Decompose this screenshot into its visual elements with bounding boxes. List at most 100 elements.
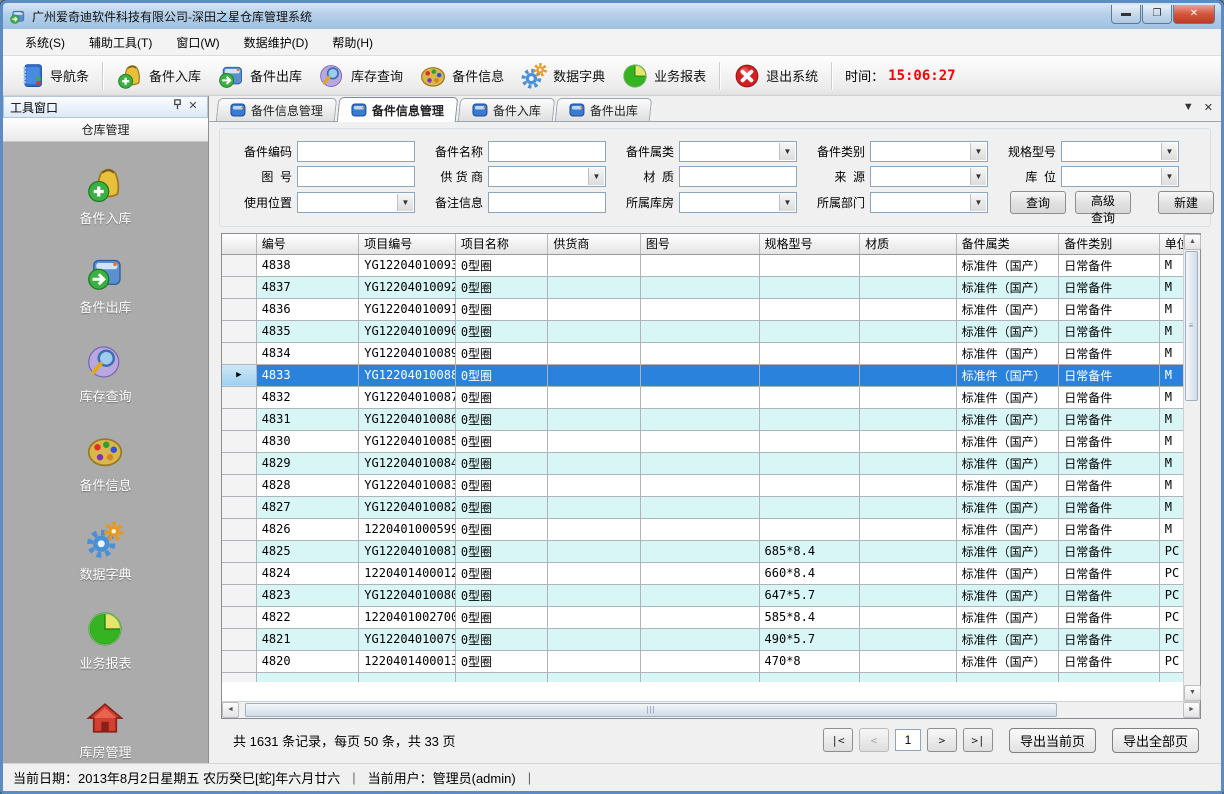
table-cell[interactable]: 4835: [256, 320, 359, 342]
table-row[interactable]: 4832YG122040100870型圈标准件（国产）日常备件M: [222, 386, 1183, 408]
row-selector[interactable]: [222, 540, 256, 562]
table-cell[interactable]: 660*8.4: [759, 562, 860, 584]
row-selector[interactable]: [222, 254, 256, 276]
table-cell[interactable]: [548, 430, 641, 452]
table-cell[interactable]: [548, 408, 641, 430]
tab-parts-inbound[interactable]: 备件入库: [458, 98, 555, 121]
table-cell[interactable]: 4822: [256, 606, 359, 628]
col-unit[interactable]: 单位: [1159, 234, 1183, 254]
tab-close-icon[interactable]: ✕: [1204, 101, 1213, 114]
table-cell[interactable]: [640, 386, 759, 408]
table-cell[interactable]: 标准件（国产）: [956, 276, 1059, 298]
table-cell[interactable]: [640, 342, 759, 364]
row-selector[interactable]: [222, 452, 256, 474]
table-cell[interactable]: [759, 408, 860, 430]
col-parts-category[interactable]: 备件类别: [1059, 234, 1160, 254]
table-cell[interactable]: M: [1159, 496, 1183, 518]
table-cell[interactable]: [640, 628, 759, 650]
table-cell[interactable]: 4821: [256, 628, 359, 650]
table-cell[interactable]: 标准件（国产）: [956, 386, 1059, 408]
table-cell[interactable]: [640, 298, 759, 320]
table-row[interactable]: 4835YG122040100900型圈标准件（国产）日常备件M: [222, 320, 1183, 342]
table-cell[interactable]: [759, 254, 860, 276]
table-cell[interactable]: 标准件（国产）: [956, 452, 1059, 474]
table-cell[interactable]: PC: [1159, 628, 1183, 650]
table-cell[interactable]: [640, 518, 759, 540]
table-cell[interactable]: [759, 364, 860, 386]
table-cell[interactable]: 标准件（国产）: [956, 650, 1059, 672]
table-cell[interactable]: 4834: [256, 342, 359, 364]
vertical-scroll-thumb[interactable]: ≡: [1185, 251, 1198, 401]
menu-system[interactable]: 系统(S): [13, 30, 77, 55]
table-cell[interactable]: 标准件（国产）: [956, 628, 1059, 650]
table-cell[interactable]: 4836: [256, 298, 359, 320]
table-cell[interactable]: 1220401002700: [359, 606, 456, 628]
table-cell[interactable]: [759, 452, 860, 474]
table-cell[interactable]: [548, 584, 641, 606]
table-cell[interactable]: 标准件（国产）: [956, 364, 1059, 386]
table-cell[interactable]: 0型圈: [455, 298, 548, 320]
row-selector[interactable]: ▶: [222, 364, 256, 386]
sidebar-item-warehouse-manage[interactable]: 库房管理: [79, 698, 131, 761]
table-cell[interactable]: 0型圈: [455, 276, 548, 298]
advanced-query-button[interactable]: 高级查询: [1075, 191, 1131, 214]
table-cell[interactable]: 标准件（国产）: [956, 540, 1059, 562]
table-cell[interactable]: 685*8.4: [759, 540, 860, 562]
table-row[interactable]: 482012204014000130型圈470*8标准件（国产）日常备件PC: [222, 650, 1183, 672]
table-cell[interactable]: 4829: [256, 452, 359, 474]
table-cell[interactable]: YG12204010091: [359, 298, 456, 320]
table-cell[interactable]: 1220401400012: [359, 562, 456, 584]
table-cell[interactable]: 0型圈: [455, 386, 548, 408]
table-cell[interactable]: [548, 518, 641, 540]
table-cell[interactable]: [759, 386, 860, 408]
toolbar-data-dictionary[interactable]: 数据字典: [512, 59, 613, 93]
tab-parts-info-manage-1[interactable]: 备件信息管理: [216, 98, 337, 121]
table-cell[interactable]: YG12204010092: [359, 276, 456, 298]
table-cell[interactable]: 标准件（国产）: [956, 584, 1059, 606]
table-cell[interactable]: 标准件（国产）: [956, 298, 1059, 320]
table-cell[interactable]: 标准件（国产）: [956, 320, 1059, 342]
table-cell[interactable]: 日常备件: [1059, 298, 1160, 320]
table-cell[interactable]: 日常备件: [1059, 342, 1160, 364]
table-cell[interactable]: [640, 364, 759, 386]
table-row[interactable]: 482412204014000120型圈660*8.4标准件（国产）日常备件PC: [222, 562, 1183, 584]
table-row[interactable]: 4829YG122040100840型圈标准件（国产）日常备件M: [222, 452, 1183, 474]
table-cell[interactable]: PC: [1159, 650, 1183, 672]
table-cell[interactable]: 0型圈: [455, 518, 548, 540]
table-cell[interactable]: [640, 276, 759, 298]
table-cell[interactable]: M: [1159, 452, 1183, 474]
table-cell[interactable]: YG12204010079: [359, 628, 456, 650]
table-cell[interactable]: 0型圈: [455, 452, 548, 474]
table-cell[interactable]: [640, 650, 759, 672]
table-cell[interactable]: [548, 452, 641, 474]
table-cell[interactable]: M: [1159, 518, 1183, 540]
table-cell[interactable]: [640, 452, 759, 474]
table-row[interactable]: 4821YG122040100790型圈490*5.7标准件（国产）日常备件PC: [222, 628, 1183, 650]
row-selector[interactable]: [222, 628, 256, 650]
col-project-name[interactable]: 项目名称: [455, 234, 548, 254]
table-cell[interactable]: YG12204010082: [359, 496, 456, 518]
table-cell[interactable]: 4825: [256, 540, 359, 562]
table-cell[interactable]: M: [1159, 430, 1183, 452]
table-cell[interactable]: [860, 452, 957, 474]
usage-position-select[interactable]: ▼: [297, 192, 415, 213]
table-cell[interactable]: [860, 320, 957, 342]
table-row[interactable]: 4827YG122040100820型圈标准件（国产）日常备件M: [222, 496, 1183, 518]
table-cell[interactable]: 647*5.7: [759, 584, 860, 606]
table-cell[interactable]: [860, 342, 957, 364]
export-all-pages-button[interactable]: 导出全部页: [1112, 728, 1199, 753]
table-cell[interactable]: [860, 430, 957, 452]
table-cell[interactable]: [548, 606, 641, 628]
table-cell[interactable]: [548, 276, 641, 298]
row-selector[interactable]: [222, 584, 256, 606]
department-select[interactable]: ▼: [870, 192, 988, 213]
table-cell[interactable]: 标准件（国产）: [956, 496, 1059, 518]
table-cell[interactable]: [640, 562, 759, 584]
new-button[interactable]: 新建: [1158, 191, 1214, 214]
table-cell[interactable]: [548, 342, 641, 364]
menu-help[interactable]: 帮助(H): [320, 30, 385, 55]
col-material[interactable]: 材质: [860, 234, 957, 254]
menu-aux-tools[interactable]: 辅助工具(T): [77, 30, 164, 55]
table-cell[interactable]: [640, 474, 759, 496]
table-cell[interactable]: 0型圈: [455, 320, 548, 342]
